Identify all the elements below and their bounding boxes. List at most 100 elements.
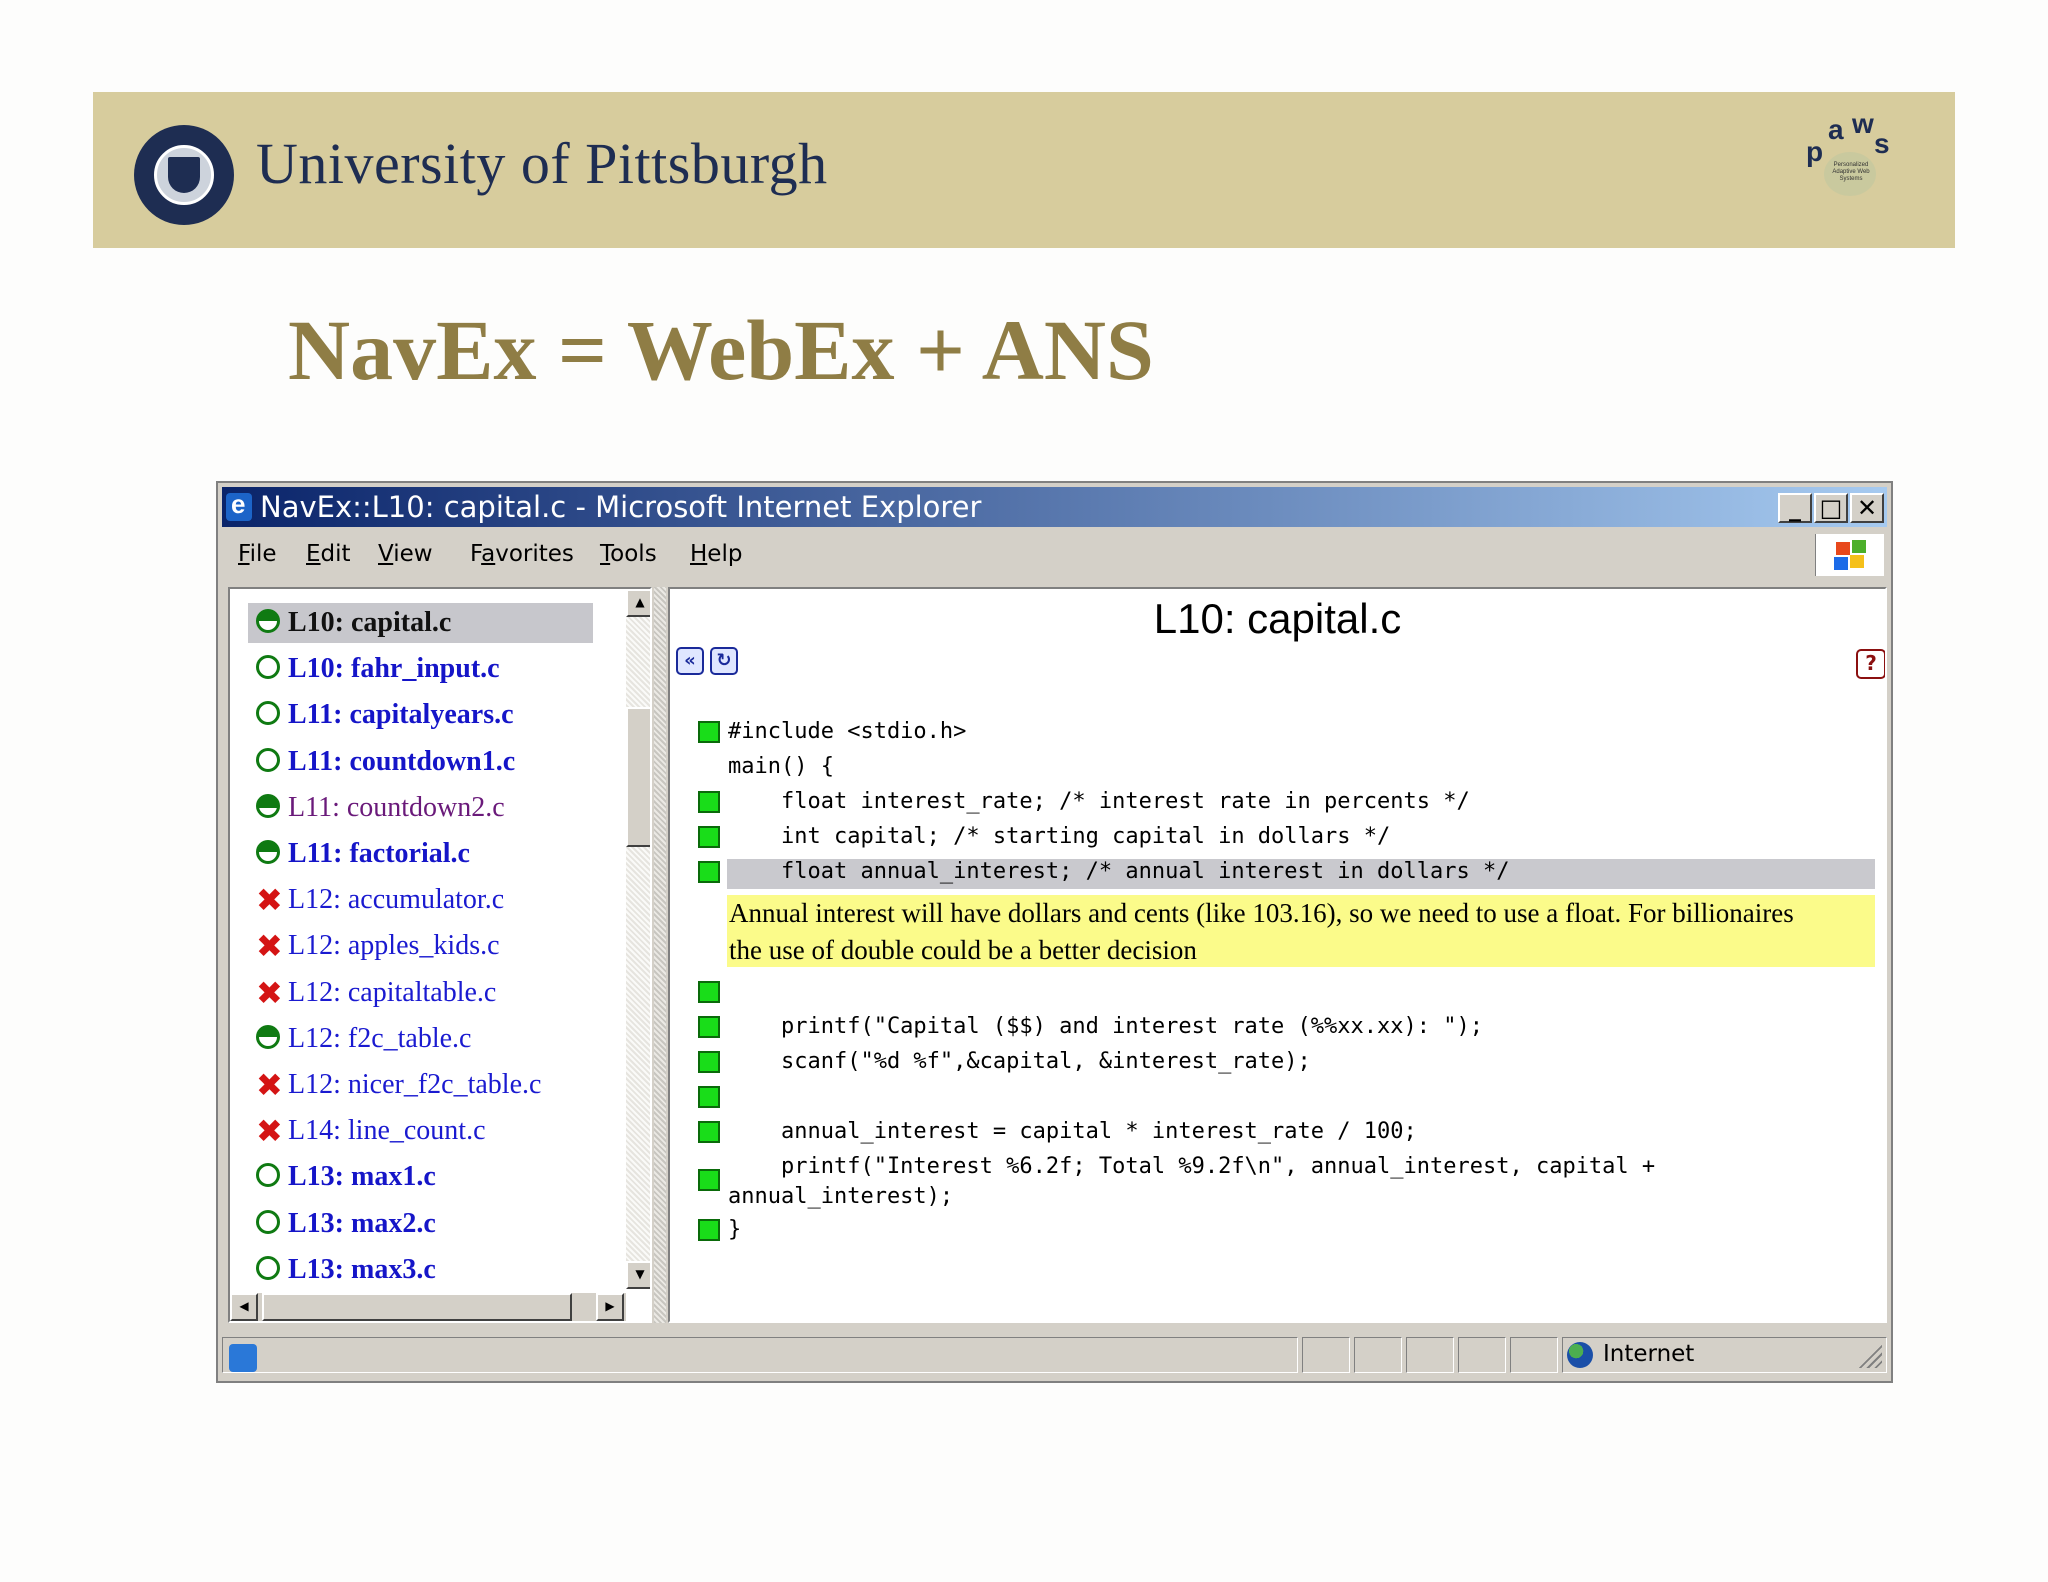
- code-line: }: [728, 1217, 742, 1242]
- example-list-label: L12: nicer_f2c_table.c: [288, 1069, 542, 1100]
- example-list-item[interactable]: L13: max3.c: [248, 1250, 593, 1290]
- horizontal-scrollbar[interactable]: ◀ ▶: [230, 1293, 626, 1321]
- progress-circle-icon: [256, 701, 280, 726]
- line-annotation-bullet[interactable]: [698, 791, 720, 813]
- university-seal-logo: [134, 125, 234, 225]
- menu-edit[interactable]: Edit: [306, 541, 351, 567]
- line-annotation-bullet[interactable]: [698, 1121, 720, 1143]
- paws-logo: p a w s Personalized Adaptive Web System…: [1800, 100, 1900, 200]
- example-list-item[interactable]: ✖ L12: capitaltable.c: [248, 973, 593, 1013]
- example-list-label: L13: max3.c: [288, 1253, 436, 1285]
- content-frame: L10: capital.c « ↻ ? #include <stdio.h> …: [668, 587, 1887, 1323]
- help-icon[interactable]: ?: [1856, 649, 1885, 679]
- title-bar[interactable]: NavEx::L10: capital.c - Microsoft Intern…: [222, 487, 1887, 527]
- progress-circle-icon: [256, 793, 280, 818]
- vertical-scrollbar[interactable]: ▲ ▼: [626, 589, 650, 1289]
- menu-tools[interactable]: Tools: [600, 541, 657, 567]
- menu-favorites[interactable]: Favorites: [470, 541, 574, 567]
- code-line: scanf("%d %f",&capital, &interest_rate);: [728, 1049, 1311, 1074]
- globe-icon: [1567, 1342, 1593, 1368]
- window-title: NavEx::L10: capital.c - Microsoft Intern…: [260, 490, 982, 524]
- example-title: L10: capital.c: [1153, 595, 1402, 642]
- refresh-icon[interactable]: ↻: [710, 647, 738, 675]
- university-name: University of Pittsburgh: [256, 131, 828, 196]
- code-line: printf("Interest %6.2f; Total %9.2f\n", …: [728, 1154, 1656, 1179]
- status-cell: [1510, 1337, 1558, 1373]
- ie-window: NavEx::L10: capital.c - Microsoft Intern…: [216, 481, 1893, 1383]
- status-text-cell: [222, 1337, 1298, 1373]
- frame-splitter[interactable]: [654, 587, 666, 1323]
- example-list-label: L10: capital.c: [288, 607, 452, 638]
- status-cell: [1302, 1337, 1350, 1373]
- failed-x-icon: ✖: [256, 1112, 283, 1151]
- status-cell: [1458, 1337, 1506, 1373]
- code-line: main() {: [728, 754, 834, 779]
- minimize-button[interactable]: _: [1778, 493, 1812, 523]
- example-list-label: L11: countdown1.c: [288, 745, 516, 777]
- resize-grip-icon[interactable]: [1856, 1342, 1882, 1368]
- line-annotation-bullet[interactable]: [698, 1086, 720, 1108]
- code-line: annual_interest = capital * interest_rat…: [728, 1119, 1417, 1144]
- progress-circle-icon: [256, 609, 280, 633]
- menu-view[interactable]: View: [378, 541, 433, 567]
- example-list-label: L12: apples_kids.c: [288, 930, 500, 962]
- line-annotation-bullet[interactable]: [698, 1169, 720, 1191]
- example-list-label: L10: fahr_input.c: [288, 653, 500, 685]
- line-annotation-bullet[interactable]: [698, 1219, 720, 1241]
- progress-circle-icon: [256, 1163, 280, 1188]
- windows-flag-icon: [1815, 534, 1884, 576]
- example-list-item[interactable]: L10: capital.c: [248, 603, 593, 643]
- progress-circle-icon: [256, 1255, 280, 1280]
- example-list-label: L12: accumulator.c: [288, 884, 505, 916]
- scroll-right-button[interactable]: ▶: [596, 1293, 624, 1321]
- example-list-item[interactable]: L11: factorial.c: [248, 834, 593, 874]
- example-list-item[interactable]: ✖ L14: line_count.c: [248, 1111, 593, 1151]
- example-list-item[interactable]: L13: max1.c: [248, 1157, 593, 1197]
- menu-bar: File Edit View Favorites Tools Help: [222, 533, 1887, 577]
- back-to-list-icon[interactable]: «: [676, 647, 704, 675]
- scroll-thumb[interactable]: [626, 707, 650, 847]
- example-list-label: L11: factorial.c: [288, 838, 470, 869]
- progress-circle-icon: [256, 655, 280, 680]
- close-button[interactable]: ✕: [1850, 493, 1884, 523]
- maximize-button[interactable]: □: [1814, 493, 1848, 523]
- example-list-label: L14: line_count.c: [288, 1115, 486, 1147]
- example-list-item[interactable]: ✖ L12: nicer_f2c_table.c: [248, 1065, 593, 1105]
- horizontal-scroll-thumb[interactable]: [262, 1293, 572, 1321]
- code-line: int capital; /* starting capital in doll…: [728, 824, 1391, 849]
- example-list-item[interactable]: L13: max2.c: [248, 1204, 593, 1244]
- line-annotation-bullet[interactable]: [698, 1051, 720, 1073]
- line-annotation-bullet-active[interactable]: [698, 861, 720, 883]
- example-list-item[interactable]: L10: fahr_input.c: [248, 649, 593, 689]
- navigation-frame: L10: capital.c L10: fahr_input.c L11: capi…: [228, 587, 652, 1323]
- code-line: float interest_rate; /* interest rate in…: [728, 789, 1470, 814]
- scroll-left-button[interactable]: ◀: [230, 1293, 258, 1321]
- progress-circle-icon: [256, 1209, 280, 1234]
- example-list-label: L11: countdown2.c: [288, 791, 505, 823]
- menu-help[interactable]: Help: [690, 541, 742, 567]
- scroll-down-button[interactable]: ▼: [626, 1261, 650, 1289]
- example-list-item[interactable]: L11: countdown2.c: [248, 788, 593, 828]
- line-annotation-bullet[interactable]: [698, 1016, 720, 1038]
- failed-x-icon: ✖: [256, 1066, 283, 1104]
- line-annotation-bullet[interactable]: [698, 826, 720, 848]
- example-list-label: L11: capitalyears.c: [288, 699, 514, 731]
- page-icon: [229, 1344, 257, 1372]
- code-line-selected: float annual_interest; /* annual interes…: [728, 859, 1510, 884]
- scroll-up-button[interactable]: ▲: [626, 589, 650, 617]
- example-list-item[interactable]: ✖ L12: accumulator.c: [248, 880, 593, 920]
- example-list-item[interactable]: L12: f2c_table.c: [248, 1019, 593, 1059]
- example-list-item[interactable]: L11: countdown1.c: [248, 742, 593, 782]
- failed-x-icon: ✖: [256, 927, 283, 966]
- code-line: #include <stdio.h>: [728, 719, 967, 744]
- line-annotation-bullet[interactable]: [698, 721, 720, 743]
- example-list-item[interactable]: L11: capitalyears.c: [248, 695, 593, 735]
- code-line: printf("Capital ($$) and interest rate (…: [728, 1014, 1483, 1039]
- status-cell: [1406, 1337, 1454, 1373]
- line-annotation-bullet[interactable]: [698, 981, 720, 1003]
- status-cell: [1354, 1337, 1402, 1373]
- progress-circle-icon: [256, 747, 280, 772]
- status-bar: Internet: [222, 1335, 1887, 1375]
- example-list-item[interactable]: ✖ L12: apples_kids.c: [248, 926, 593, 966]
- menu-file[interactable]: File: [238, 541, 277, 567]
